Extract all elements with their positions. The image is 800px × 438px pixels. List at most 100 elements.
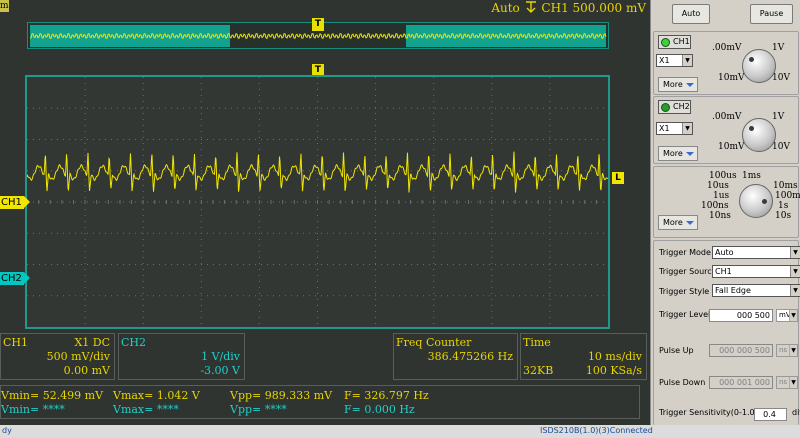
- trigger-sensitivity-input[interactable]: 0.4: [754, 408, 787, 421]
- ch1-volts-knob[interactable]: [742, 49, 776, 83]
- timebase-knob[interactable]: [739, 184, 773, 218]
- status-left-text: dy: [2, 426, 12, 435]
- freq-counter-box: Freq Counter 386.475266 Hz: [393, 333, 518, 380]
- ch1-vmin: Vmin= 52.499 mV: [1, 389, 104, 402]
- ch2-knob-label-br: 10V: [772, 142, 790, 152]
- trigger-sensitivity-unit: div: [792, 408, 800, 417]
- ch1-knob-label-tr: 1V: [772, 43, 785, 53]
- ch2-vmax: Vmax= ****: [113, 403, 179, 416]
- chevron-down-icon: ▼: [789, 345, 797, 356]
- trigger-sensitivity-label: Trigger Sensitivity(0-1.0): [659, 408, 758, 417]
- ch2-offset-marker[interactable]: CH2: [0, 272, 30, 285]
- trigger-style-value: Fall Edge: [715, 286, 751, 295]
- time-scale: 10 ms/div: [587, 350, 642, 363]
- ch1-offset: 0.00 mV: [63, 364, 110, 377]
- trigger-level-label: Trigger Level: [659, 310, 711, 319]
- chevron-down-icon: ▼: [790, 266, 800, 277]
- ch1-waveform: [27, 151, 608, 193]
- ch1-info-title: CH1: [3, 336, 29, 349]
- ch2-knob-label-tl: .00mV: [712, 112, 742, 122]
- status-bar: dy ISDS210B(1.0)(3)Connected: [0, 425, 800, 438]
- chevron-down-icon: ▼: [682, 123, 692, 134]
- ch2-vpp: Vpp= ****: [230, 403, 287, 416]
- ch2-volts-knob[interactable]: [742, 118, 776, 152]
- pulse-up-input[interactable]: 000 000 500: [709, 344, 773, 357]
- ch1-toggle[interactable]: CH1: [658, 35, 691, 49]
- ch1-knob-label-tl: .00mV: [712, 43, 742, 53]
- pulse-down-unit[interactable]: ns ▼: [776, 376, 798, 389]
- knob-indicator-icon: [749, 126, 754, 131]
- ch1-vmax: Vmax= 1.042 V: [113, 389, 200, 402]
- chevron-down-icon: [686, 83, 694, 87]
- scope-display: m Auto CH1 500.000 mV T T CH1 CH2 L CH1 …: [0, 0, 650, 425]
- ch2-more-button[interactable]: More: [658, 146, 698, 161]
- trigger-source-select[interactable]: CH1 ▼: [712, 265, 800, 278]
- ch1-probe-select[interactable]: X1 ▼: [656, 54, 693, 67]
- ch2-info-title: CH2: [121, 336, 147, 349]
- timebase-label-10s: 10s: [775, 211, 792, 221]
- overview-trigger-marker[interactable]: T: [312, 18, 324, 31]
- status-topbar: m Auto CH1 500.000 mV: [0, 0, 650, 15]
- ch1-toggle-label: CH1: [673, 37, 690, 46]
- ch2-probe-select[interactable]: X1 ▼: [656, 122, 693, 135]
- ch2-toggle[interactable]: CH2: [658, 100, 691, 114]
- ch2-knob-label-bl: 10mV: [718, 142, 745, 152]
- fall-edge-icon: [525, 1, 536, 13]
- ch1-vpp: Vpp= 989.333 mV: [230, 389, 333, 402]
- timebase-label-1ms: 1ms: [742, 171, 761, 181]
- ch1-offset-marker[interactable]: CH1: [0, 196, 30, 209]
- pulse-up-unit[interactable]: ns ▼: [776, 344, 798, 357]
- trigger-level-marker[interactable]: L: [612, 172, 624, 184]
- chevron-down-icon: ▼: [789, 377, 797, 388]
- ch1-group: CH1 X1 ▼ More .00mV 1V 10mV 10V: [653, 31, 799, 95]
- ch2-scale: 1 V/div: [201, 350, 240, 363]
- freq-counter-value: 386.475266 Hz: [427, 350, 513, 363]
- trigger-source-value: CH1: [715, 267, 732, 276]
- chevron-down-icon: ▼: [790, 247, 800, 258]
- waveform-grid: [27, 77, 608, 327]
- trigger-level-unit[interactable]: mV ▼: [776, 309, 798, 322]
- trigger-info-text: CH1 500.000 mV: [541, 1, 646, 15]
- auto-button[interactable]: Auto: [672, 4, 710, 24]
- ch1-more-button[interactable]: More: [658, 77, 698, 92]
- pulse-up-label: Pulse Up: [659, 346, 694, 355]
- ch2-vmin: Vmin= ****: [1, 403, 65, 416]
- pulse-down-input[interactable]: 000 001 000: [709, 376, 773, 389]
- ch1-knob-label-br: 10V: [772, 73, 790, 83]
- control-panel: Auto Pause CH1 X1 ▼ More .00mV 1V 10mV 1…: [650, 0, 800, 425]
- trigger-level-input[interactable]: 000 500: [709, 309, 773, 322]
- chevron-down-icon: ▼: [790, 285, 800, 296]
- ch2-toggle-label: CH2: [673, 102, 690, 111]
- timebase-label-100m: 100m: [775, 191, 800, 201]
- trigger-mode-value: Auto: [715, 248, 734, 257]
- pulse-up-unit-value: ns: [779, 346, 788, 354]
- ch2-more-label: More: [663, 149, 683, 158]
- ch1-coupling: X1 DC: [74, 336, 110, 349]
- trigger-group: Trigger Mode Auto ▼ Trigger Source CH1 ▼…: [653, 240, 800, 425]
- ch1-frequency: F= 326.797 Hz: [344, 389, 429, 402]
- trigger-style-select[interactable]: Fall Edge ▼: [712, 284, 800, 297]
- measurements-box: Vmin= 52.499 mV Vmax= 1.042 V Vpp= 989.3…: [0, 385, 640, 419]
- time-info-title: Time: [523, 336, 551, 349]
- trigger-status: Auto CH1 500.000 mV: [491, 0, 646, 15]
- ch1-scale: 500 mV/div: [46, 350, 110, 363]
- chevron-down-icon: ▼: [789, 310, 797, 321]
- ch1-led-icon: [661, 38, 670, 47]
- connection-status: ISDS210B(1.0)(3)Connected: [540, 426, 653, 435]
- knob-indicator-icon: [749, 57, 754, 62]
- ch2-led-icon: [661, 103, 670, 112]
- ch1-more-label: More: [663, 80, 683, 89]
- timebase-label-10us: 10us: [707, 181, 729, 191]
- menu-tag[interactable]: m: [0, 0, 9, 12]
- pause-button[interactable]: Pause: [750, 4, 793, 24]
- ch2-knob-label-tr: 1V: [772, 112, 785, 122]
- timebase-info-box: Time 10 ms/div 32KB 100 KSa/s: [520, 333, 647, 380]
- timebase-label-1s: 1s: [778, 201, 789, 211]
- timebase-label-10ns: 10ns: [709, 211, 731, 221]
- timebase-more-button[interactable]: More: [658, 215, 698, 230]
- pulse-down-label: Pulse Down: [659, 378, 706, 387]
- trigger-mode-label: Trigger Mode: [659, 248, 711, 257]
- waveform-plot[interactable]: [25, 75, 610, 329]
- trigger-mode-select[interactable]: Auto ▼: [712, 246, 800, 259]
- ch2-group: CH2 X1 ▼ More .00mV 1V 10mV 10V: [653, 96, 799, 164]
